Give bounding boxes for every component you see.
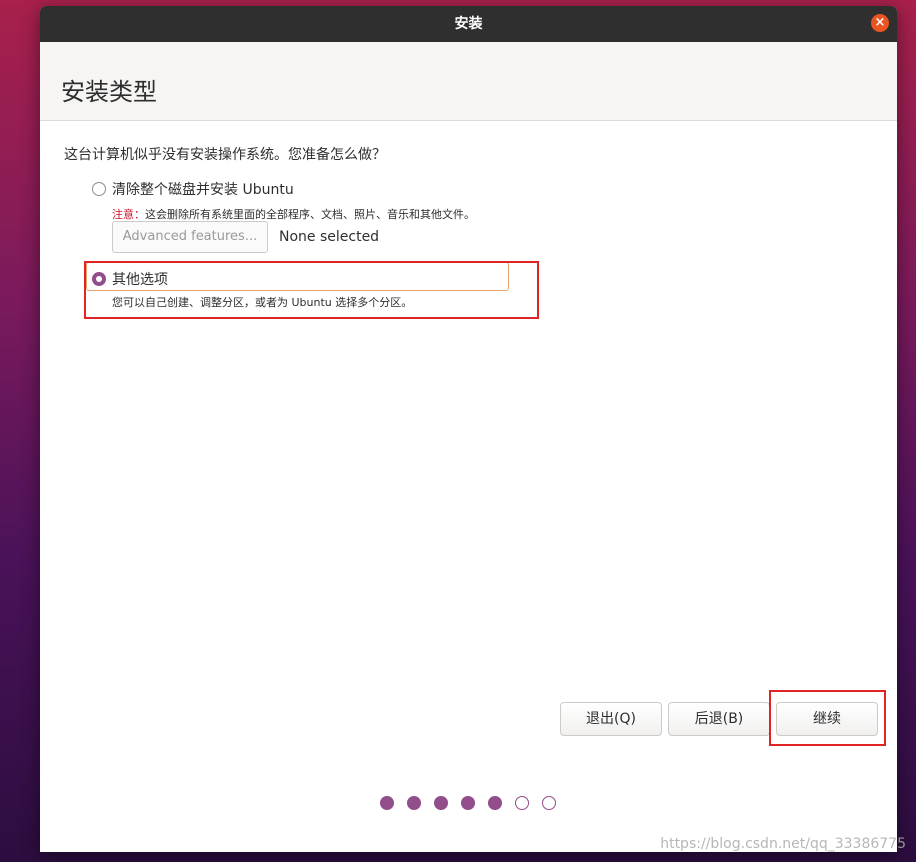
watermark: https://blog.csdn.net/qq_33386775 [660, 836, 906, 852]
page-title: 安装类型 [61, 78, 157, 106]
install-question: 这台计算机似乎没有安装操作系统。您准备怎么做？ [64, 147, 386, 163]
close-icon[interactable]: × [871, 14, 889, 32]
radio-erase-disk[interactable] [92, 182, 106, 196]
annotation-box-option [84, 261, 539, 319]
title-bar[interactable]: 安装 × [40, 6, 897, 42]
progress-dot [515, 796, 529, 810]
progress-dot [380, 796, 394, 810]
page-header: 安装类型 [40, 42, 897, 121]
warning-text: 这会删除所有系统里面的全部程序、文档、照片、音乐和其他文件。 [145, 208, 475, 221]
advanced-features-button[interactable]: Advanced features... [112, 221, 268, 253]
progress-dot [434, 796, 448, 810]
progress-dot [461, 796, 475, 810]
erase-warning: 注意：这会删除所有系统里面的全部程序、文档、照片、音乐和其他文件。 [112, 206, 475, 222]
progress-dot [407, 796, 421, 810]
annotation-box-continue [769, 690, 886, 746]
warning-prefix: 注意： [112, 208, 145, 221]
back-button[interactable]: 后退(B) [668, 702, 770, 736]
progress-dot [542, 796, 556, 810]
window-title: 安装 [454, 16, 483, 32]
quit-button[interactable]: 退出(Q) [560, 702, 662, 736]
advanced-status: None selected [279, 229, 380, 245]
step-progress [380, 796, 556, 810]
installer-window: 安装 × 安装类型 这台计算机似乎没有安装操作系统。您准备怎么做？ 清除整个磁盘… [40, 6, 897, 852]
option-erase-disk-label: 清除整个磁盘并安装 Ubuntu [112, 182, 294, 198]
option-erase-disk[interactable]: 清除整个磁盘并安装 Ubuntu [92, 179, 294, 199]
progress-dot [488, 796, 502, 810]
